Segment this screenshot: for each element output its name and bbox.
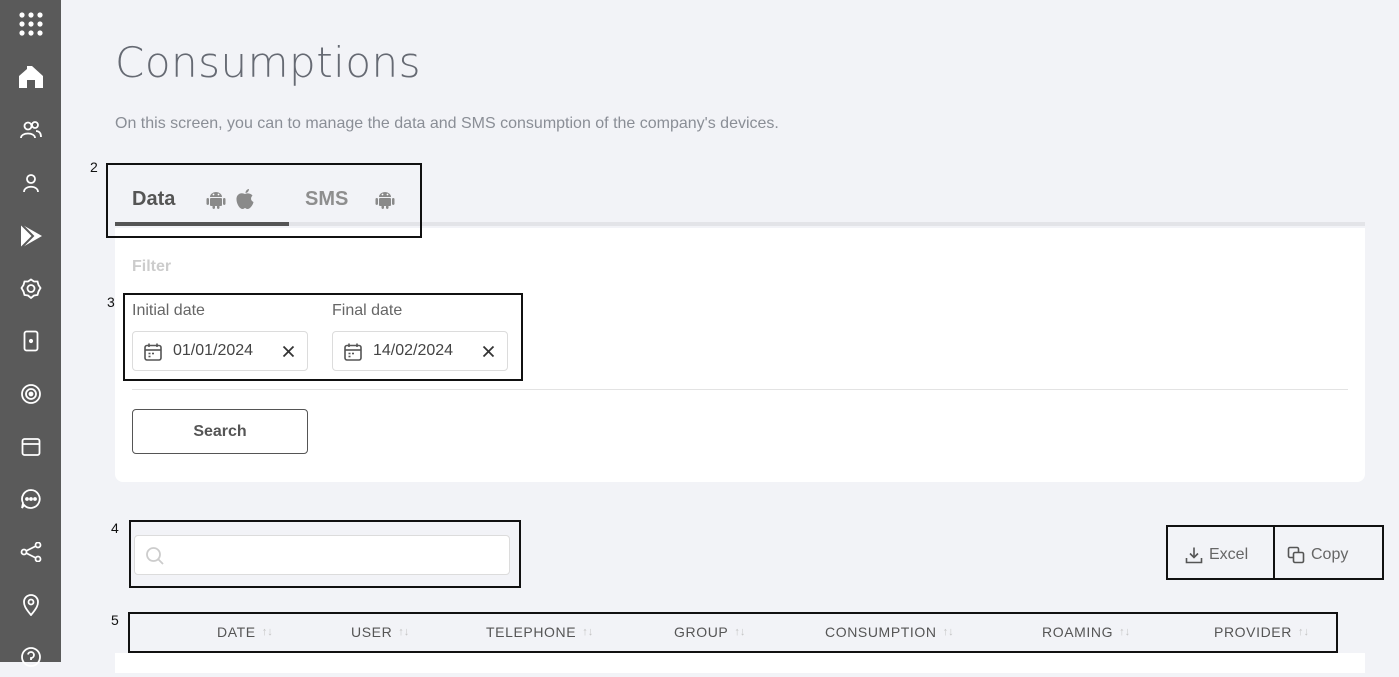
annotation-marker-2: 2 [90, 159, 98, 175]
table-body [115, 653, 1365, 673]
search-button[interactable]: Search [132, 409, 308, 454]
annotation-box-tabs [106, 163, 422, 238]
annotation-box-copy [1273, 525, 1384, 580]
annotation-box-excel [1166, 525, 1275, 580]
window-icon[interactable] [0, 427, 61, 467]
sidebar [0, 0, 61, 667]
page-title: Consumptions [115, 38, 422, 87]
annotation-box-dates [123, 293, 523, 381]
annotation-box-header [128, 612, 1338, 653]
filter-divider [132, 389, 1348, 390]
filter-title: Filter [132, 258, 172, 275]
page-subtitle: On this screen, you can to manage the da… [115, 115, 779, 132]
users-icon[interactable] [0, 110, 61, 150]
chat-icon[interactable] [0, 479, 61, 519]
settings-icon[interactable] [0, 269, 61, 309]
annotation-marker-3: 3 [107, 294, 115, 310]
play-store-icon[interactable] [0, 216, 61, 256]
annotation-marker-5: 5 [111, 612, 119, 628]
user-icon[interactable] [0, 163, 61, 203]
help-icon[interactable] [0, 637, 61, 677]
share-icon[interactable] [0, 532, 61, 572]
radar-icon[interactable] [0, 374, 61, 414]
annotation-marker-4: 4 [111, 520, 119, 536]
annotation-box-search [129, 520, 521, 588]
apps-grid-icon[interactable] [0, 4, 61, 44]
dashboard-icon[interactable] [0, 57, 61, 97]
device-icon[interactable] [0, 321, 61, 361]
location-icon[interactable] [0, 585, 61, 625]
